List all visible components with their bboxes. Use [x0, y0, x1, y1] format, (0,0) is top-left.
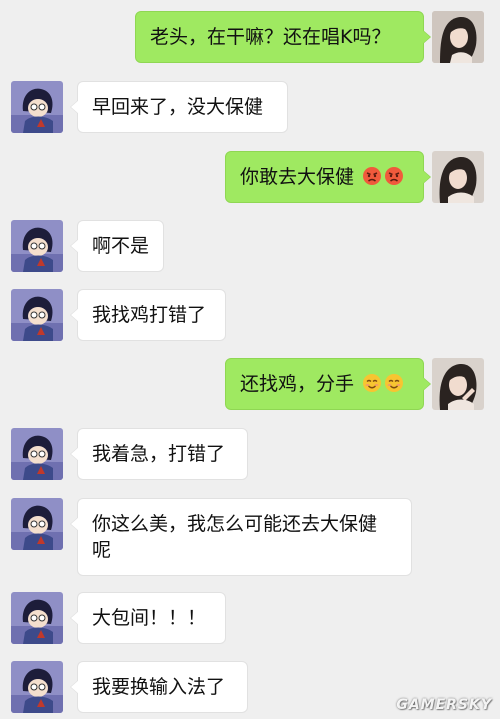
smiling-face-icon	[363, 374, 382, 392]
message-text: 我着急，打错了	[92, 443, 226, 465]
received-message-bubble[interactable]: 我要换输入法了	[70, 661, 248, 713]
angry-face-icon	[363, 167, 382, 185]
my-avatar[interactable]	[432, 151, 484, 203]
message-row: 啊不是	[0, 220, 500, 272]
message-text: 你敢去大保健	[240, 166, 355, 188]
chat-area: 老头，在干嘛？还在唱K吗？ 早回来了，没大保健 你敢去大保健 啊不是 我找鸡打错…	[0, 0, 500, 719]
received-message-bubble[interactable]: 我着急，打错了	[70, 428, 248, 480]
received-message-bubble[interactable]: 啊不是	[70, 220, 164, 272]
contact-avatar[interactable]	[11, 661, 63, 713]
message-text: 我要换输入法了	[92, 676, 226, 698]
message-row: 还找鸡，分手	[0, 358, 500, 410]
contact-avatar[interactable]	[11, 592, 63, 644]
message-row: 你敢去大保健	[0, 151, 500, 203]
message-text: 老头，在干嘛？还在唱K吗？	[150, 26, 391, 48]
message-row: 你这么美，我怎么可能还去大保健 呢	[0, 498, 500, 576]
received-message-bubble[interactable]: 你这么美，我怎么可能还去大保健 呢	[70, 498, 412, 576]
contact-avatar[interactable]	[11, 428, 63, 480]
message-row: 我着急，打错了	[0, 428, 500, 480]
message-row: 老头，在干嘛？还在唱K吗？	[0, 11, 500, 63]
message-text: 我找鸡打错了	[92, 304, 207, 326]
message-text: 早回来了，没大保健	[92, 96, 264, 118]
smiling-face-icon	[385, 374, 404, 392]
sent-message-bubble[interactable]: 老头，在干嘛？还在唱K吗？	[135, 11, 431, 63]
sent-message-bubble[interactable]: 还找鸡，分手	[225, 358, 431, 410]
angry-face-icon	[385, 167, 404, 185]
contact-avatar[interactable]	[11, 498, 63, 550]
my-avatar[interactable]	[432, 11, 484, 63]
watermark-logo: GAMERSKY	[396, 697, 492, 713]
sent-message-bubble[interactable]: 你敢去大保健	[225, 151, 431, 203]
message-text: 还找鸡，分手	[240, 373, 355, 395]
message-row: 我找鸡打错了	[0, 289, 500, 341]
message-row: 早回来了，没大保健	[0, 81, 500, 133]
message-text: 啊不是	[92, 235, 150, 257]
received-message-bubble[interactable]: 我找鸡打错了	[70, 289, 226, 341]
message-text: 大包间！！！	[92, 607, 207, 629]
contact-avatar[interactable]	[11, 220, 63, 272]
received-message-bubble[interactable]: 早回来了，没大保健	[70, 81, 288, 133]
message-text-line-2: 呢	[92, 539, 112, 561]
contact-avatar[interactable]	[11, 289, 63, 341]
message-row: 大包间！！！	[0, 592, 500, 644]
my-avatar[interactable]	[432, 358, 484, 410]
contact-avatar[interactable]	[11, 81, 63, 133]
message-text-line-1: 你这么美，我怎么可能还去大保健	[92, 513, 378, 535]
received-message-bubble[interactable]: 大包间！！！	[70, 592, 226, 644]
